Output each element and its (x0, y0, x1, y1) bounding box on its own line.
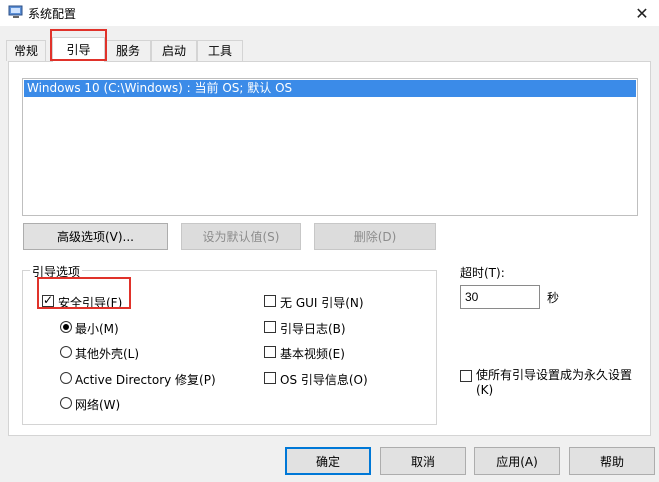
ad-repair-label: Active Directory 修复(P) (75, 373, 216, 387)
network-radio[interactable] (60, 397, 72, 409)
minimal-label: 最小(M) (75, 322, 119, 336)
no-gui-boot-label: 无 GUI 引导(N) (280, 296, 364, 310)
apply-button[interactable]: 应用(A) (474, 447, 560, 475)
safe-boot-highlight-box (37, 277, 131, 309)
minimal-radio[interactable] (60, 321, 72, 333)
window-title: 系统配置 (28, 7, 77, 21)
make-permanent-label: 使所有引导设置成为永久设置 (476, 368, 633, 382)
ok-button[interactable]: 确定 (285, 447, 371, 475)
timeout-input[interactable] (460, 285, 540, 309)
tab-tools[interactable]: 工具 (197, 40, 243, 61)
advanced-options-button[interactable]: 高级选项(V)... (23, 223, 168, 250)
boot-os-list-item[interactable]: Windows 10 (C:\Windows) : 当前 OS; 默认 OS (24, 80, 636, 97)
set-default-button[interactable]: 设为默认值(S) (181, 223, 301, 250)
network-label: 网络(W) (75, 398, 121, 412)
alternate-shell-radio[interactable] (60, 346, 72, 358)
make-permanent-checkbox[interactable] (460, 370, 472, 382)
tab-general[interactable]: 常规 (6, 40, 46, 61)
base-video-checkbox[interactable] (264, 346, 276, 358)
system-config-app-icon (8, 5, 24, 19)
cancel-button[interactable]: 取消 (380, 447, 466, 475)
close-icon[interactable]: ✕ (628, 1, 656, 25)
boot-os-list[interactable] (22, 78, 638, 216)
base-video-label: 基本视频(E) (280, 347, 345, 361)
make-permanent-label-suffix: (K) (476, 383, 494, 397)
help-button[interactable]: 帮助 (569, 447, 655, 475)
timeout-label: 超时(T): (460, 266, 505, 280)
delete-button[interactable]: 删除(D) (314, 223, 436, 250)
tab-startup[interactable]: 启动 (151, 40, 197, 61)
tab-services[interactable]: 服务 (105, 40, 151, 61)
title-bar (0, 0, 659, 26)
no-gui-boot-checkbox[interactable] (264, 295, 276, 307)
os-boot-info-label: OS 引导信息(O) (280, 373, 368, 387)
alternate-shell-label: 其他外壳(L) (75, 347, 140, 361)
ad-repair-radio[interactable] (60, 372, 72, 384)
boot-log-checkbox[interactable] (264, 321, 276, 333)
timeout-unit: 秒 (547, 291, 560, 305)
boot-log-label: 引导日志(B) (280, 322, 346, 336)
os-boot-info-checkbox[interactable] (264, 372, 276, 384)
boot-tab-highlight-box (50, 29, 107, 61)
